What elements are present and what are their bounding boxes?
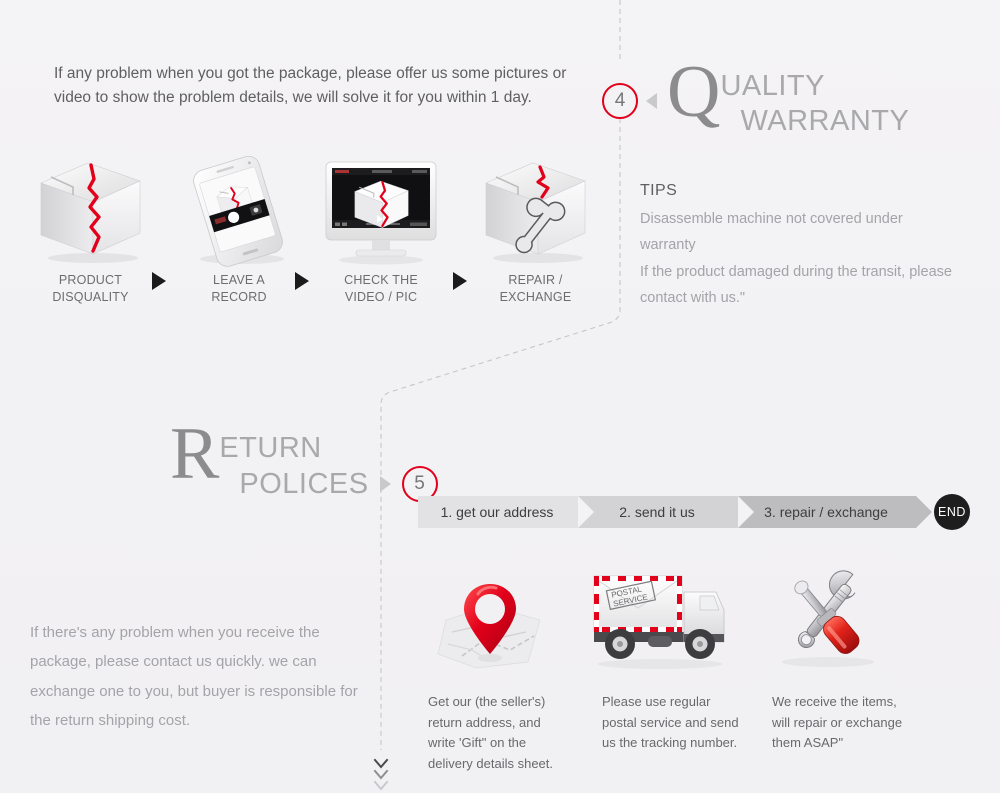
tips-line-2: warranty (640, 237, 696, 254)
monitor-video-icon (322, 158, 440, 266)
returns-heading-initial: R (170, 413, 220, 495)
phone-camera-icon (180, 155, 298, 267)
return-flow-bar: 1. get our address 2. send it us 3. repa… (418, 494, 970, 530)
step-label-3-line1: CHECK THE (344, 273, 418, 287)
cracked-box-icon (33, 155, 148, 265)
step-label-2-line1: LEAVE A (213, 273, 265, 287)
tips-line-4: contact with us." (640, 290, 746, 307)
returns-note-text: If there's any problem when you receive … (30, 624, 358, 729)
tips-line-3: If the product damaged during the transi… (640, 263, 952, 280)
flow-end-badge: END (934, 494, 970, 530)
flow-step-2[interactable]: 2. send it us (578, 496, 754, 528)
flow-step-3[interactable]: 3. repair / exchange (738, 496, 932, 528)
quality-heading-initial: Q (667, 51, 721, 133)
arrow-separator-1-icon (152, 272, 166, 290)
quality-intro-text: If any problem when you got the package,… (54, 65, 567, 107)
step-badge-4[interactable]: 4 (602, 82, 638, 119)
step-label-4-line1: REPAIR / (508, 273, 563, 287)
tips-line-1: Disassemble machine not covered under (640, 211, 903, 227)
tips-block: TIPS Disassemble machine not covered und… (640, 182, 980, 312)
step-label-2: LEAVE A RECORD (180, 272, 298, 306)
postal-truck-icon: POSTAL SERVICE (588, 562, 733, 674)
arrow-separator-2-icon (295, 272, 309, 290)
step-label-1-line1: PRODUCT (58, 273, 123, 287)
step-label-1-line2: DISQUALITY (52, 289, 129, 304)
triangle-right-icon (379, 476, 391, 493)
return-card-3-caption: We receive the items, will repair or exc… (772, 694, 903, 751)
arrow-separator-3-icon (453, 272, 467, 290)
step-label-4: REPAIR / EXCHANGE (478, 272, 593, 306)
quality-intro-paragraph: If any problem when you got the package,… (54, 62, 574, 110)
quality-heading-line1: UALITY (720, 70, 825, 102)
step-label-1: PRODUCT DISQUALITY (33, 272, 148, 306)
step-label-2-line2: RECORD (211, 289, 267, 304)
quality-heading-line2: WARRANTY (740, 105, 910, 138)
step-label-3-line2: VIDEO / PIC (344, 289, 418, 304)
box-wrench-icon (478, 155, 593, 265)
step-label-3: CHECK THE VIDEO / PIC (322, 272, 440, 306)
returns-note-paragraph: If there's any problem when you receive … (30, 618, 380, 735)
flow-step-1[interactable]: 1. get our address (418, 496, 594, 528)
return-card-2-caption: Please use regular postal service and se… (602, 694, 739, 751)
return-card-1-caption: Get our (the seller's) return address, a… (428, 694, 554, 771)
wrench-screwdriver-icon (762, 562, 892, 674)
returns-heading-line1: ETURN (219, 432, 322, 464)
step-label-4-line2: EXCHANGE (499, 289, 572, 304)
tips-title: TIPS (640, 182, 678, 199)
map-pin-icon (428, 562, 558, 674)
returns-heading-line2: POLICES (239, 467, 369, 500)
returns-heading-group: R ETURN POLICES 5 (170, 413, 438, 503)
triangle-left-icon (646, 92, 657, 109)
quality-heading-group: 4 Q UALITY WARRANTY (602, 51, 910, 140)
